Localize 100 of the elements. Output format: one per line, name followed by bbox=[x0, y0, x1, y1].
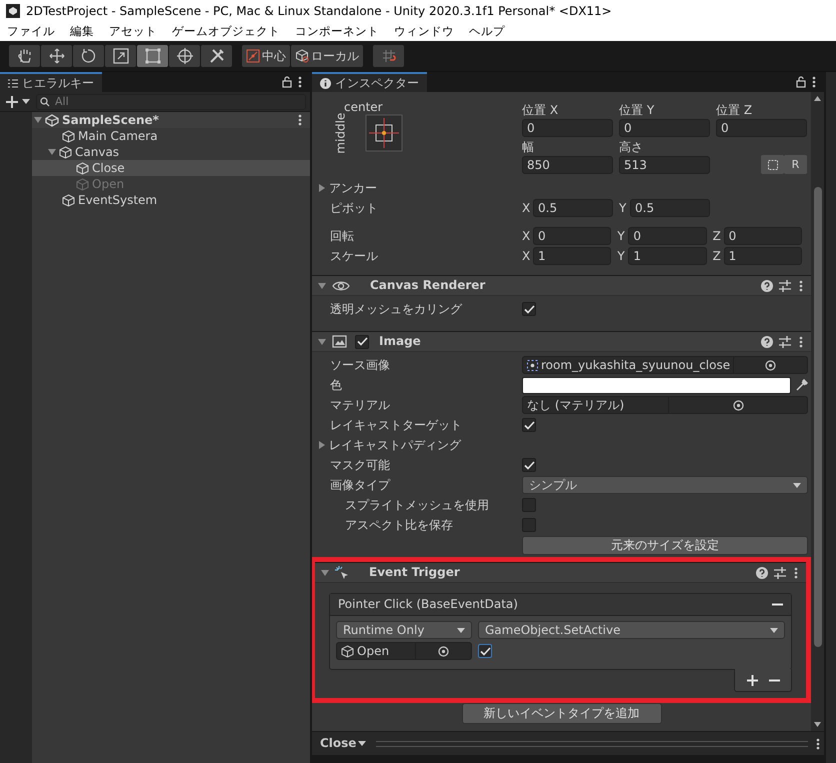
object-field[interactable]: なし (マテリアル) bbox=[522, 396, 808, 414]
tool-button[interactable] bbox=[41, 45, 72, 67]
component-header[interactable]: Canvas Renderer bbox=[312, 275, 811, 296]
snap-button[interactable] bbox=[373, 45, 404, 67]
number-field[interactable]: 0.5 bbox=[630, 199, 710, 217]
tool-button[interactable] bbox=[201, 45, 232, 67]
hierarchy-tab[interactable]: ヒエラルキー bbox=[0, 72, 102, 92]
component-header[interactable]: Image bbox=[312, 331, 811, 352]
checkbox[interactable] bbox=[522, 418, 536, 432]
triangle-icon[interactable] bbox=[318, 282, 326, 290]
function-dropdown[interactable]: GameObject.SetActive bbox=[478, 621, 785, 639]
more-icon[interactable] bbox=[812, 76, 816, 88]
plus-icon bbox=[746, 674, 758, 686]
scrollbar[interactable] bbox=[811, 92, 824, 731]
blueprint-button[interactable] bbox=[761, 155, 784, 174]
tree-item[interactable]: Close bbox=[32, 160, 310, 176]
checkbox[interactable] bbox=[478, 644, 492, 658]
checkbox[interactable] bbox=[522, 458, 536, 472]
tree-item[interactable]: Main Camera bbox=[32, 128, 310, 144]
picker-icon[interactable] bbox=[765, 360, 776, 370]
tool-button[interactable] bbox=[137, 45, 168, 67]
tool-button[interactable] bbox=[105, 45, 136, 67]
object-field[interactable]: room_yukashita_syuunou_close bbox=[522, 356, 808, 374]
call-mode-dropdown[interactable]: Runtime Only bbox=[336, 621, 472, 639]
lock-icon[interactable] bbox=[282, 76, 292, 88]
number-field[interactable]: 513 bbox=[619, 156, 710, 174]
number-field[interactable]: 850 bbox=[522, 156, 613, 174]
triangle-icon[interactable] bbox=[34, 116, 42, 124]
sliders-icon[interactable] bbox=[779, 336, 791, 348]
more-icon[interactable] bbox=[799, 336, 803, 348]
number-field[interactable]: 0 bbox=[724, 227, 802, 245]
info-icon bbox=[320, 78, 331, 88]
sliders-icon[interactable] bbox=[779, 280, 791, 292]
lock-icon[interactable] bbox=[796, 76, 806, 88]
eyedropper-icon[interactable] bbox=[795, 378, 808, 392]
tree-item[interactable]: EventSystem bbox=[32, 192, 310, 208]
number-field[interactable]: 1 bbox=[533, 247, 612, 265]
color-swatch[interactable] bbox=[522, 376, 791, 394]
triangle-icon[interactable] bbox=[318, 440, 326, 449]
number-field[interactable]: 0.5 bbox=[533, 199, 613, 217]
cube-icon bbox=[76, 162, 89, 174]
tree-item[interactable]: SampleScene* bbox=[32, 112, 310, 128]
scroll-up-arrow-icon[interactable] bbox=[814, 96, 821, 101]
picker-icon[interactable] bbox=[438, 646, 449, 656]
number-field[interactable]: 0 bbox=[533, 227, 612, 245]
handle-button[interactable]: ローカル bbox=[291, 45, 363, 67]
menu-item[interactable]: ウィンドウ bbox=[394, 24, 454, 38]
triangle-icon[interactable] bbox=[321, 568, 329, 576]
number-field[interactable]: 0 bbox=[716, 119, 807, 137]
object-dropdown[interactable]: Close bbox=[318, 736, 368, 751]
anchor-preset-icon[interactable] bbox=[364, 114, 403, 152]
dropdown[interactable]: シンプル bbox=[522, 476, 808, 494]
inspector-tab[interactable]: インスペクター bbox=[312, 72, 427, 92]
help-icon[interactable] bbox=[761, 280, 773, 292]
triangle-icon[interactable] bbox=[48, 148, 56, 156]
more-icon[interactable] bbox=[816, 738, 820, 750]
tool-button[interactable] bbox=[169, 45, 200, 67]
checkbox[interactable] bbox=[522, 498, 536, 512]
menu-item[interactable]: ファイル bbox=[7, 24, 55, 38]
help-icon[interactable] bbox=[761, 336, 773, 348]
hand-icon bbox=[16, 47, 34, 65]
caret-icon bbox=[22, 99, 30, 104]
add-button[interactable] bbox=[6, 96, 30, 108]
more-icon[interactable] bbox=[794, 566, 798, 578]
triangle-icon[interactable] bbox=[318, 338, 326, 346]
number-field[interactable]: 0 bbox=[522, 119, 613, 137]
minus-icon[interactable] bbox=[772, 603, 783, 606]
checkbox[interactable] bbox=[522, 518, 536, 532]
menu-item[interactable]: 編集 bbox=[70, 24, 94, 38]
more-icon[interactable] bbox=[298, 114, 302, 126]
number-field[interactable]: 1 bbox=[724, 247, 802, 265]
tree-item[interactable]: Canvas bbox=[32, 144, 310, 160]
menu-item[interactable]: ゲームオブジェクト bbox=[172, 24, 280, 38]
tool-button[interactable] bbox=[9, 45, 40, 67]
number-field[interactable]: 0 bbox=[628, 227, 707, 245]
anchor-horizontal-label: center bbox=[344, 100, 383, 114]
menu-item[interactable]: アセット bbox=[109, 24, 157, 38]
scene-logo-icon bbox=[45, 114, 59, 126]
menu-item[interactable]: ヘルプ bbox=[469, 24, 505, 38]
checkbox[interactable] bbox=[522, 302, 536, 316]
number-field[interactable]: 0 bbox=[619, 119, 710, 137]
object-field[interactable]: Open bbox=[336, 642, 472, 660]
menu-item[interactable]: コンポーネント bbox=[295, 24, 379, 38]
tool-button[interactable] bbox=[73, 45, 104, 67]
component-title: Image bbox=[378, 334, 422, 349]
add-event-type-button[interactable]: 新しいイベントタイプを追加 bbox=[462, 703, 662, 724]
raw-edit-button[interactable]: R bbox=[784, 155, 807, 174]
checkbox[interactable] bbox=[355, 334, 369, 348]
component-header[interactable]: Event Trigger bbox=[315, 562, 806, 583]
more-icon[interactable] bbox=[799, 280, 803, 292]
sliders-icon[interactable] bbox=[774, 566, 786, 578]
triangle-icon[interactable] bbox=[318, 184, 326, 192]
set-native-size-button[interactable]: 元来のサイズを設定 bbox=[522, 536, 808, 554]
search-field[interactable]: All bbox=[36, 94, 306, 110]
number-field[interactable]: 1 bbox=[628, 247, 707, 265]
scroll-down-arrow-icon[interactable] bbox=[814, 722, 821, 727]
help-icon[interactable] bbox=[756, 566, 768, 578]
picker-icon[interactable] bbox=[732, 400, 744, 410]
more-icon[interactable] bbox=[298, 76, 302, 88]
handle-button[interactable]: 中心 bbox=[242, 45, 290, 67]
